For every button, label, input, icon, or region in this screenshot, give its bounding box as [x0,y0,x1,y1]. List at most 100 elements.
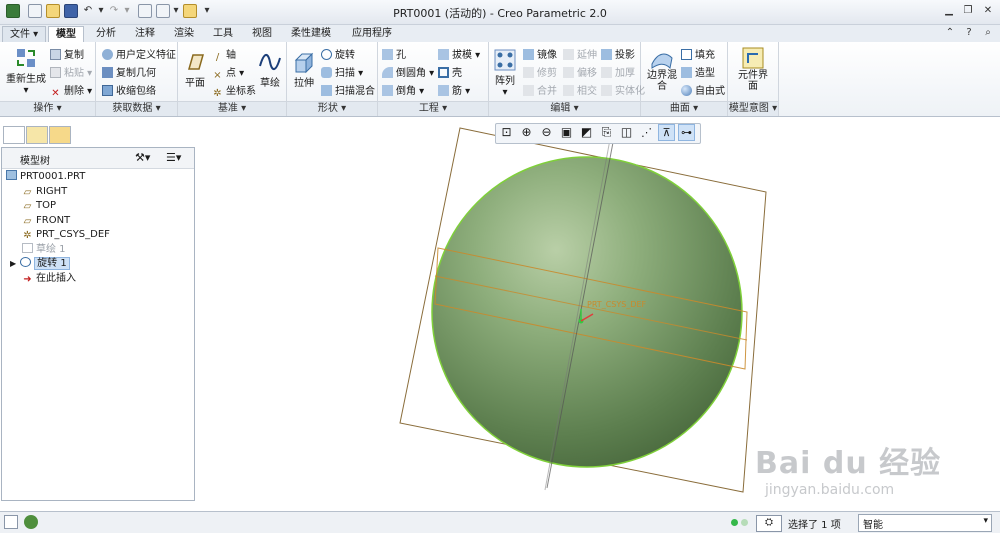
saved-views-icon[interactable]: ⎘ [598,124,615,141]
sketch-button[interactable]: 草绘 [256,50,284,89]
tree-item-top[interactable]: ▱ TOP [22,199,56,213]
datum-display-icon[interactable]: ⋰ [638,124,655,141]
pattern-dropdown-icon[interactable]: ▾ [491,87,519,98]
intersect-label: 相交 [577,86,597,97]
folder-browser-tab-icon[interactable] [26,126,48,144]
style-button[interactable]: 造型 [681,66,715,81]
point-button[interactable]: × 点 ▾ [212,66,244,81]
sweep-button[interactable]: 扫描 ▾ [321,66,363,81]
tree-item-sketch[interactable]: 草绘 1 [22,243,66,257]
watermark-brand: Bai du 经验 [755,446,942,481]
tree-item-csys[interactable]: ✲ PRT_CSYS_DEF [22,228,110,242]
tree-item-part[interactable]: PRT0001.PRT [6,170,85,184]
udf-button[interactable]: 用户定义特征 [102,48,176,63]
intersect-button[interactable]: 相交 [563,84,597,99]
regenerate-button[interactable]: 重新生成 ▾ [4,46,48,96]
component-interface-button[interactable]: 元件界面 [734,46,772,92]
spin-center-icon[interactable]: ⊶ [678,124,695,141]
favorites-tab-icon[interactable] [49,126,71,144]
tree-item-revolve[interactable]: ▶ 旋转 1 [10,257,70,271]
swept-blend-button[interactable]: 扫描混合 [321,84,375,99]
merge-button[interactable]: 合并 [523,84,557,99]
freestyle-button[interactable]: 自由式 [681,84,725,99]
axis-button[interactable]: / 轴 [212,48,236,63]
refit-icon[interactable]: ⊡ [498,124,515,141]
revolved-sphere[interactable] [431,156,743,468]
boundary-blend-label: 边界混合 [647,70,677,92]
tree-item-insert-here[interactable]: ➜ 在此插入 [22,272,76,286]
fill-button[interactable]: 填充 [681,48,715,63]
minimize-ribbon-icon[interactable]: ⌃ [944,27,956,39]
tab-model[interactable]: 模型 [48,26,84,43]
tab-tools[interactable]: 工具 [206,26,240,41]
tree-settings-icon[interactable]: ⚒▾ [135,151,150,164]
copy-geometry-button[interactable]: 复制几何 [102,66,156,81]
trim-button[interactable]: 修剪 [523,66,557,81]
tree-item-front[interactable]: ▱ FRONT [22,214,71,228]
find-icon[interactable]: ⛭ [756,515,782,532]
revolve-button[interactable]: 旋转 [321,48,355,63]
shell-button[interactable]: 壳 [438,66,462,81]
shrinkwrap-button[interactable]: 收缩包络 [102,84,156,99]
solidify-button[interactable]: 实体化 [601,84,645,99]
shapes-group-label[interactable]: 形状 ▾ [287,101,377,116]
expand-arrow-icon[interactable]: ▶ [10,259,16,268]
shrinkwrap-icon [102,85,113,96]
extrude-button[interactable]: 拉伸 [289,50,319,89]
project-button[interactable]: 投影 [601,48,635,63]
datum-group-label[interactable]: 基准 ▾ [178,101,286,116]
help-icon[interactable]: ? [963,27,975,39]
offset-button[interactable]: 偏移 [563,66,597,81]
plane-button[interactable]: 平面 [180,50,210,89]
rib-button[interactable]: 筋 ▾ [438,84,470,99]
browser-toggle-icon[interactable] [24,515,38,529]
graphics-window[interactable]: PRT_CSYS_DEF ⊡ ⊕ ⊖ ▣ ◩ ⎘ ◫ ⋰ ⊼ ⊶ Bai du … [195,116,1000,510]
display-style-icon[interactable]: ◩ [578,124,595,141]
extend-button[interactable]: 延伸 [563,48,597,63]
operations-group-label[interactable]: 操作 ▾ [0,101,95,116]
tab-applications[interactable]: 应用程序 [345,26,399,41]
pattern-button[interactable]: 阵列 ▾ [491,48,519,98]
draft-button[interactable]: 拔模 ▾ [438,48,480,63]
boundary-blend-button[interactable]: 边界混合 [645,46,679,92]
filter-dropdown-icon[interactable]: ▾ [983,516,988,526]
view-manager-icon[interactable]: ◫ [618,124,635,141]
hole-button[interactable]: 孔 [382,48,406,63]
csys-button[interactable]: ✲ 坐标系 [212,84,256,99]
tab-flexible-modeling[interactable]: 柔性建模 [284,26,338,41]
selection-filter-select[interactable]: 智能 ▾ [858,514,992,532]
search-icon[interactable]: ⌕ [982,27,994,39]
tab-render[interactable]: 渲染 [167,26,201,41]
thicken-button[interactable]: 加厚 [601,66,635,81]
close-button[interactable]: ✕ [982,5,994,17]
tab-annotate[interactable]: 注释 [128,26,162,41]
repaint-icon[interactable]: ▣ [558,124,575,141]
editing-group-label[interactable]: 编辑 ▾ [489,101,640,116]
model-tree-tab-icon[interactable] [3,126,25,144]
tab-view[interactable]: 视图 [245,26,279,41]
tree-item-right[interactable]: ▱ RIGHT [22,185,68,199]
tab-analysis[interactable]: 分析 [89,26,123,41]
mirror-button[interactable]: 镜像 [523,48,557,63]
chamfer-button[interactable]: 倒角 ▾ [382,84,424,99]
zoom-out-icon[interactable]: ⊖ [538,124,555,141]
minimize-button[interactable]: ▁ [943,5,955,17]
tree-filters-icon[interactable]: ☰▾ [166,151,181,164]
engineering-group-label[interactable]: 工程 ▾ [378,101,488,116]
delete-button[interactable]: ✕ 删除 ▾ [50,84,92,99]
annotation-display-icon[interactable]: ⊼ [658,124,675,141]
tab-file-label: 文件 [10,29,30,40]
paste-button[interactable]: 粘贴 ▾ [50,66,92,81]
get-data-group-label[interactable]: 获取数据 ▾ [96,101,177,116]
tab-file[interactable]: 文件 ▾ [2,26,47,43]
navigator-toggle-icon[interactable] [4,515,18,529]
model-intent-group-label[interactable]: 模型意图 ▾ [728,101,778,116]
restore-button[interactable]: ❐ [962,5,974,17]
swept-blend-label: 扫描混合 [335,86,375,97]
group-get-data: 用户定义特征 复制几何 收缩包络 获取数据 ▾ [96,42,178,116]
regenerate-dropdown-icon[interactable]: ▾ [4,85,48,96]
surfaces-group-label[interactable]: 曲面 ▾ [641,101,727,116]
copy-button[interactable]: 复制 [50,48,84,63]
zoom-in-icon[interactable]: ⊕ [518,124,535,141]
round-button[interactable]: 倒圆角 ▾ [382,66,434,81]
